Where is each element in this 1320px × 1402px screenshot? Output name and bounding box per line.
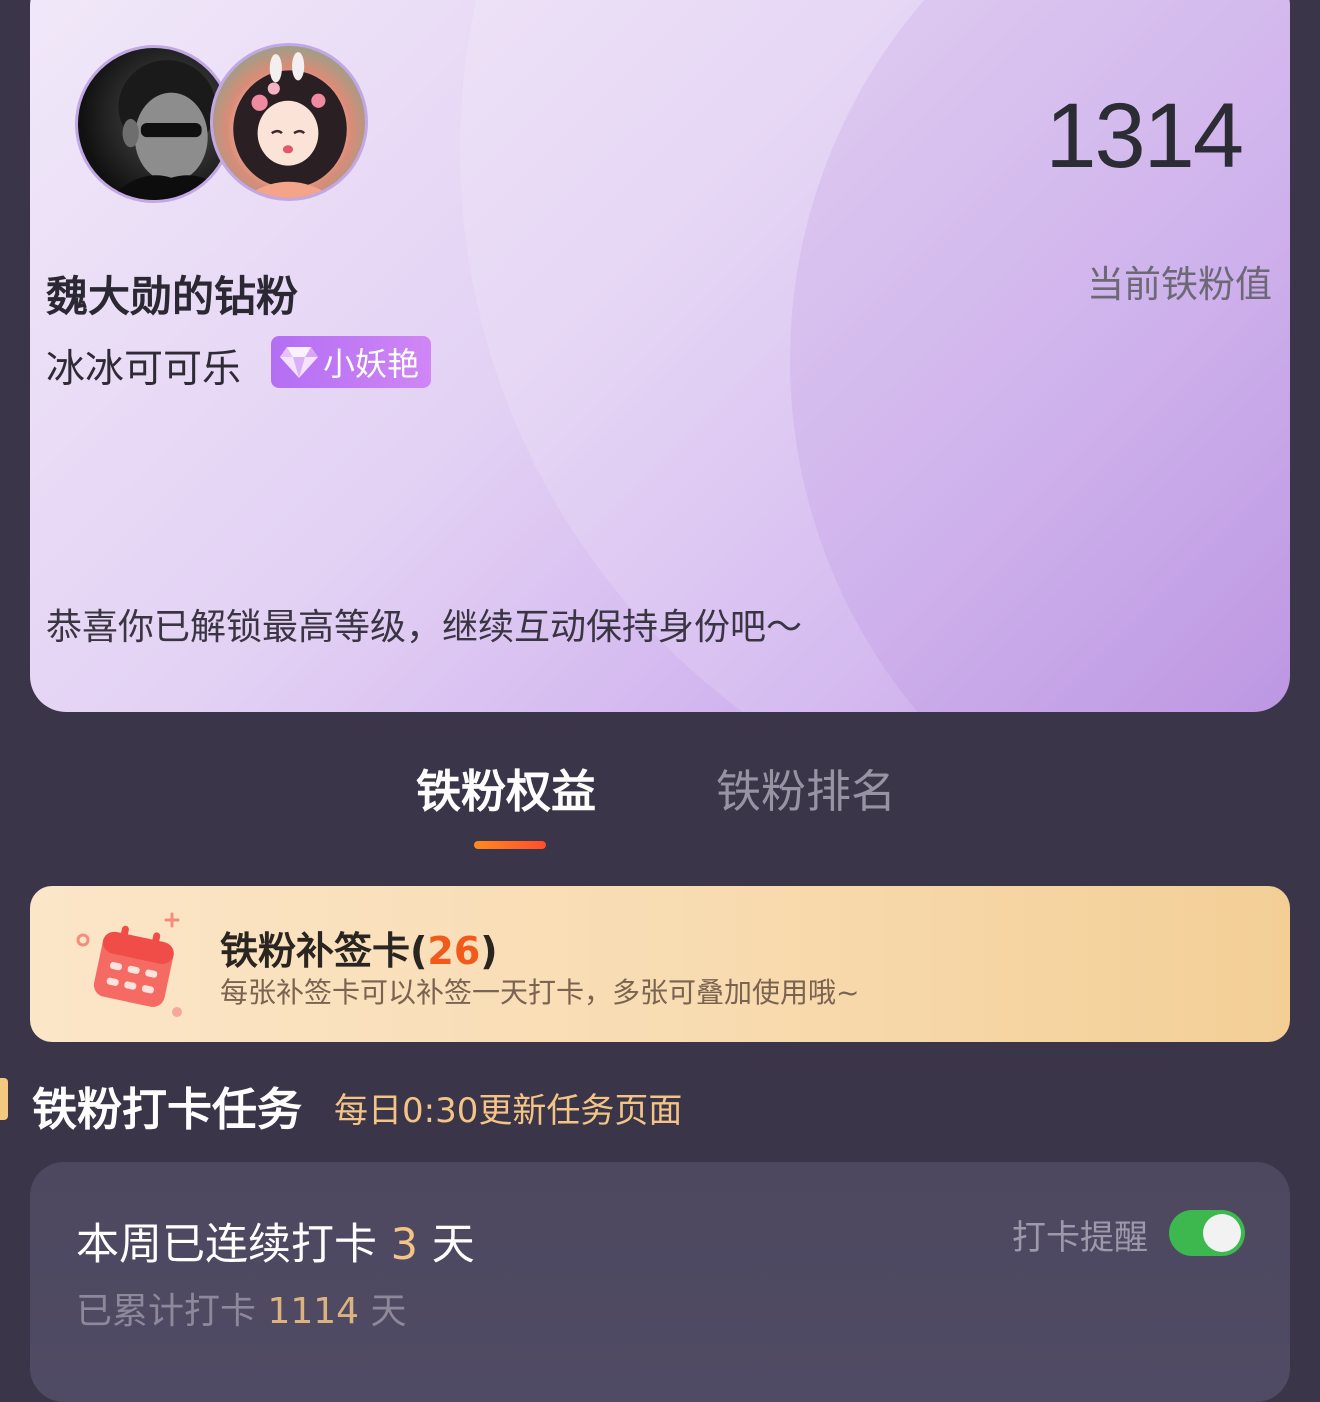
checkin-section-title: 铁粉打卡任务 xyxy=(32,1083,303,1136)
congrats-message: 恭喜你已解锁最高等级，继续互动保持身份吧～ xyxy=(46,607,803,648)
section-accent-bar xyxy=(0,1078,8,1120)
diamond-icon xyxy=(280,347,318,378)
total-prefix: 已累计打卡 xyxy=(76,1291,257,1332)
fan-group-name: 魏大勋的钻粉 xyxy=(46,272,299,321)
makeup-card-title: 铁粉补签卡(26) xyxy=(220,929,498,973)
fan-score-value: 1314 xyxy=(1045,85,1244,187)
user-name: 冰冰可可乐 xyxy=(46,347,242,392)
tab-fan-benefits[interactable]: 铁粉权益 xyxy=(416,764,596,820)
total-checkins: 已累计打卡 1114 天 xyxy=(76,1282,407,1334)
streak-prefix: 本周已连续打卡 xyxy=(76,1220,377,1270)
makeup-card-count: 26 xyxy=(427,929,481,973)
weekly-streak: 本周已连续打卡 3 天 xyxy=(76,1210,475,1272)
toggle-knob xyxy=(1203,1214,1241,1252)
tab-fan-ranking[interactable]: 铁粉排名 xyxy=(716,764,896,820)
checkin-reminder-label: 打卡提醒 xyxy=(1012,1218,1148,1258)
total-days: 1114 xyxy=(267,1291,360,1332)
streak-suffix: 天 xyxy=(431,1220,475,1270)
user-avatar[interactable] xyxy=(210,43,368,201)
makeup-card-title-text: 铁粉补签卡 xyxy=(220,929,411,973)
calendar-icon xyxy=(76,912,182,1017)
level-badge-label: 小妖艳 xyxy=(323,345,420,383)
streak-days: 3 xyxy=(390,1220,419,1270)
checkin-reminder-toggle[interactable] xyxy=(1169,1210,1245,1256)
fan-score-label: 当前铁粉值 xyxy=(1087,263,1272,306)
checkin-section-subtitle: 每日0:30更新任务页面 xyxy=(334,1091,683,1131)
level-badge: 小妖艳 xyxy=(271,336,432,388)
makeup-card-banner[interactable] xyxy=(30,886,1290,1042)
total-suffix: 天 xyxy=(370,1291,407,1332)
makeup-card-description: 每张补签卡可以补签一天打卡，多张可叠加使用哦~ xyxy=(220,976,860,1009)
active-tab-indicator xyxy=(474,841,546,849)
